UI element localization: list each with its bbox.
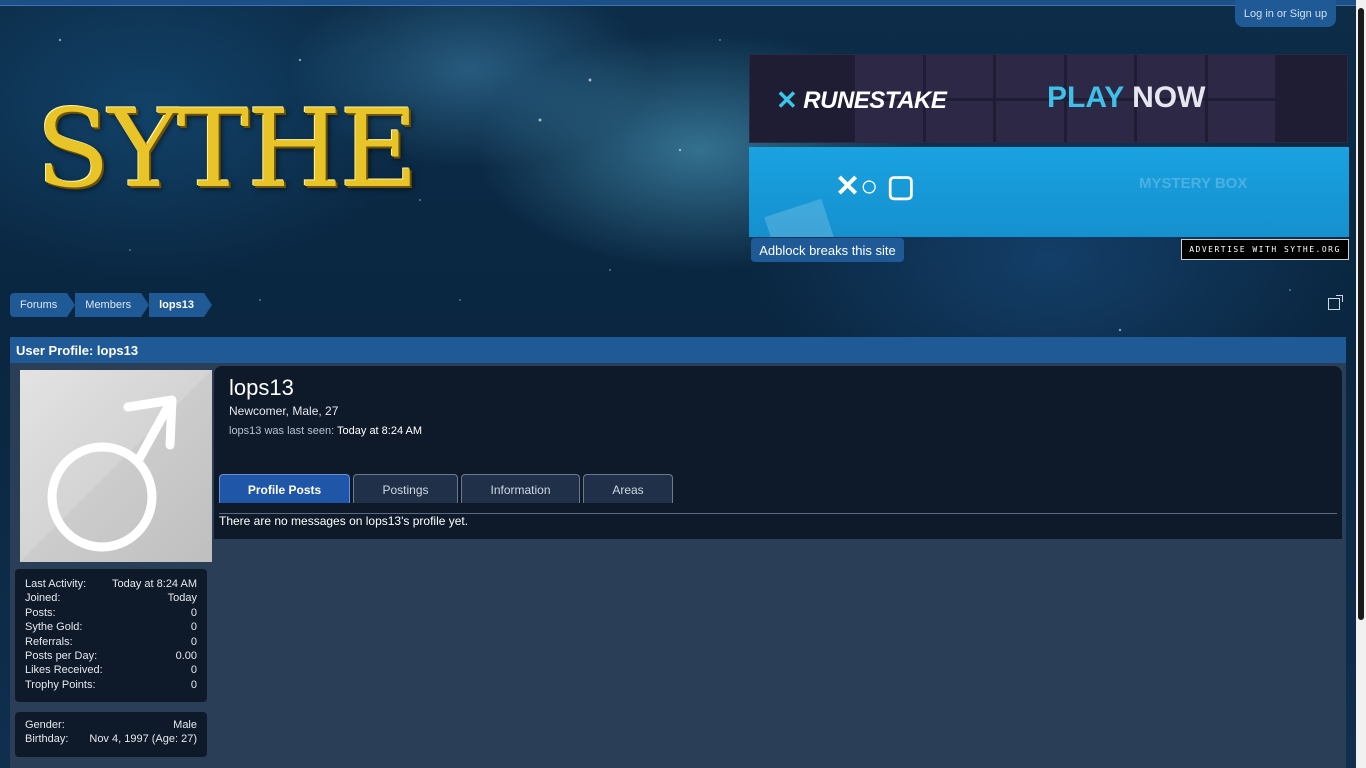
logo-text: SYTHE [36, 87, 418, 212]
stat-label: Likes Received: [25, 664, 103, 677]
last-seen-label: lops13 was last seen: [229, 425, 335, 437]
runestake-x-icon: ✕ [776, 85, 798, 115]
stat-label: Posts per Day: [25, 649, 98, 662]
stat-label: Trophy Points: [25, 678, 96, 691]
top-strip [0, 0, 1366, 6]
stat-birthday: Birthday: Nov 4, 1997 (Age: 27) [25, 733, 197, 747]
profile-username: lops13 [229, 375, 294, 400]
tab-information[interactable]: Information [461, 474, 580, 504]
member-personal-panel: Gender: Male Birthday: Nov 4, 1997 (Age: 2… [15, 712, 207, 757]
stat-value: Nov 4, 1997 (Age: 27) [89, 733, 197, 746]
breadcrumb-current-user[interactable]: lops13 [149, 293, 212, 317]
stat-posts-per-day: Posts per Day: 0.00 [25, 650, 197, 664]
stat-label: Joined: [25, 592, 61, 605]
tab-postings[interactable]: Postings [353, 474, 458, 504]
mystery-box-text: MYSTERY BOX [1139, 175, 1248, 192]
stat-label: Sythe Gold: [25, 621, 83, 634]
stat-label: Posts: [25, 606, 56, 619]
stat-posts: Posts: 0 [25, 607, 197, 621]
login-signup-link[interactable]: Log in or Sign up [1235, 0, 1336, 27]
now-word: NOW [1132, 81, 1206, 114]
ad-decoration [764, 198, 834, 237]
stat-label: Referrals: [25, 635, 73, 648]
stat-value: Male [173, 719, 197, 731]
mystery-box-ad-banner[interactable]: ✕○ ▢ MYSTERY BOX [749, 147, 1349, 237]
stat-value: 0 [190, 664, 197, 677]
profile-last-seen: lops13 was last seen: Today at 8:24 AM [229, 425, 422, 437]
stat-value: Today at 8:24 AM [112, 578, 197, 590]
breadcrumb: Forums Members lops13 [10, 293, 212, 317]
play-now-text: PLAY NOW [1047, 81, 1205, 115]
advertise-link[interactable]: ADVERTISE WITH SYTHE.ORG [1181, 239, 1349, 260]
avatar[interactable] [20, 370, 212, 562]
page-scrollbar[interactable] [1356, 0, 1366, 768]
profile-tabs: Profile Posts Postings Information Areas [219, 474, 673, 504]
breadcrumb-members[interactable]: Members [75, 293, 149, 317]
member-stats-panel: Last Activity: Today at 8:24 AM Joined: To… [15, 569, 207, 702]
profile-content: User Profile: lops13 Last Activity: Today… [10, 337, 1346, 768]
male-symbol-icon [47, 395, 177, 552]
stat-sythe-gold: Sythe Gold: 0 [25, 621, 197, 635]
controller-symbols-icon: ✕○ ▢ [835, 170, 915, 203]
stat-value: 0 [190, 635, 197, 648]
stat-label: Gender: [25, 719, 65, 731]
stat-value[interactable]: 0 [191, 679, 197, 693]
page-title: User Profile: lops13 [10, 337, 1346, 363]
stat-value: 0 [190, 606, 197, 619]
stat-label: Last Activity: [25, 578, 87, 590]
stat-likes-received: Likes Received: 0 [25, 664, 197, 678]
stat-value: Today [167, 592, 197, 605]
no-messages-text: There are no messages on lops13's profil… [219, 514, 469, 528]
adblock-notice[interactable]: Adblock breaks this site [751, 238, 904, 262]
runestake-brand-text: RUNESTAKE [803, 86, 947, 114]
profile-user-blurb: Newcomer, Male, 27 [229, 404, 339, 418]
site-logo[interactable]: SYTHE [36, 70, 418, 230]
stat-value: 0 [190, 621, 197, 634]
stat-joined: Joined: Today [25, 592, 197, 606]
jump-to-page-icon[interactable] [1328, 295, 1343, 310]
breadcrumb-forums[interactable]: Forums [10, 293, 76, 317]
stat-referrals: Referrals: 0 [25, 636, 197, 650]
stat-trophy-points[interactable]: Trophy Points: 0 [25, 679, 197, 693]
stat-last-activity: Last Activity: Today at 8:24 AM [25, 578, 197, 592]
profile-posts-panel: There are no messages on lops13's profil… [214, 503, 1342, 539]
stat-value: 0.00 [175, 649, 197, 662]
play-word: PLAY [1047, 81, 1124, 114]
tab-profile-posts[interactable]: Profile Posts [219, 474, 350, 504]
stat-label: Birthday: [25, 733, 69, 746]
last-seen-value: Today at 8:24 AM [337, 425, 423, 437]
runestake-ad-banner[interactable]: ✕ RUNESTAKE PLAY NOW [749, 54, 1348, 143]
tab-areas[interactable]: Areas [583, 474, 673, 504]
scrollbar-thumb[interactable] [1358, 8, 1364, 620]
runestake-brand: ✕ RUNESTAKE [776, 85, 947, 116]
stat-gender: Gender: Male [25, 719, 197, 733]
